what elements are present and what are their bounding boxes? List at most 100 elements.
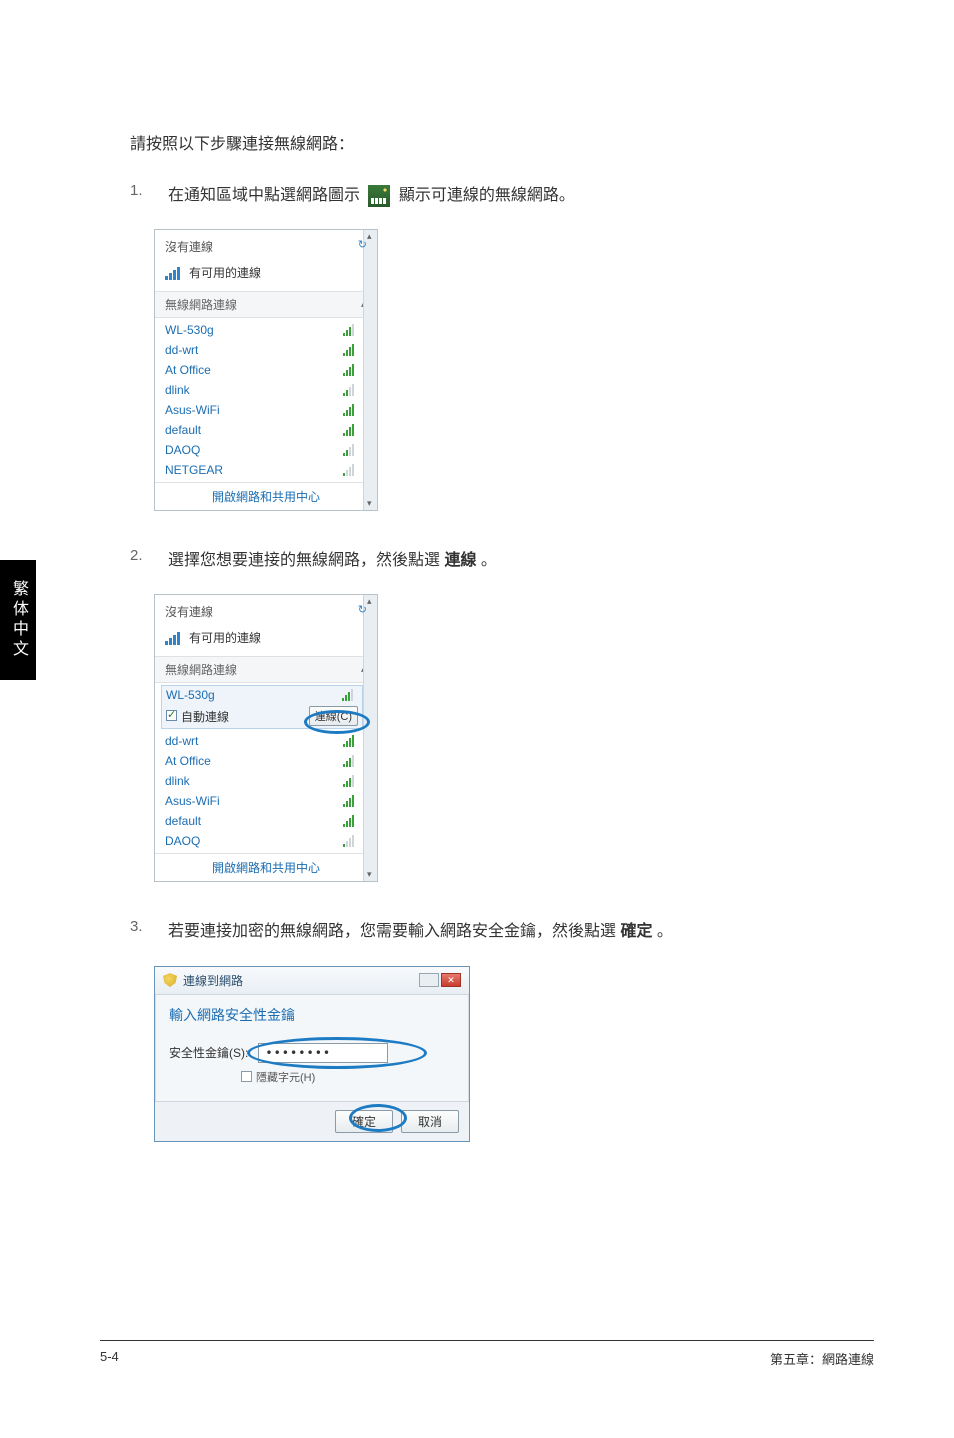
wifi-item[interactable]: DAOQ <box>155 440 377 460</box>
step-text-after: 顯示可連線的無線網路。 <box>399 187 575 204</box>
security-key-row: 安全性金鑰(S): •••••••• <box>169 1043 455 1063</box>
section-heading: 請按照以下步驟連接無線網路： <box>130 130 890 154</box>
step-row: 1. 在通知區域中點選網路圖示 顯示可連線的無線網路。 <box>130 182 890 209</box>
wifi-item[interactable]: At Office <box>155 360 377 380</box>
dialog-title: 連線到網路 <box>183 972 243 989</box>
refresh-icon[interactable]: ↻ <box>358 238 367 255</box>
wifi-section-title: 無線網路連線 <box>165 661 237 678</box>
wifi-item[interactable]: Asus-WiFi <box>155 400 377 420</box>
step-row: 2. 選擇您想要連接的無線網路，然後點選 連線 。 <box>130 547 890 574</box>
side-language-tab: 繁体中文 <box>0 560 36 680</box>
wifi-name: default <box>165 814 201 828</box>
signal-icon <box>343 444 359 456</box>
wifi-item[interactable]: default <box>155 811 377 831</box>
refresh-icon[interactable]: ↻ <box>358 603 367 620</box>
wifi-item[interactable]: DAOQ <box>155 831 377 851</box>
wifi-section-header: 無線網路連線 ▴ <box>155 291 377 318</box>
signal-icon <box>342 689 358 701</box>
wifi-name: dlink <box>165 774 190 788</box>
step-text-before: 在通知區域中點選網路圖示 <box>168 187 360 204</box>
page-footer: 5-4 第五章：網路連線 <box>100 1340 874 1368</box>
page-number: 5-4 <box>100 1349 119 1368</box>
connections-available-label: 有可用的連線 <box>189 629 261 646</box>
wifi-item[interactable]: WL-530g <box>155 320 377 340</box>
dialog-heading: 輸入網路安全性金鑰 <box>169 1005 455 1025</box>
signal-icon <box>343 815 359 827</box>
wifi-name: NETGEAR <box>165 463 223 477</box>
signal-icon <box>343 795 359 807</box>
cancel-button[interactable]: 取消 <box>401 1110 459 1133</box>
signal-icon <box>343 775 359 787</box>
highlight-oval <box>349 1104 407 1132</box>
wifi-item[interactable]: NETGEAR <box>155 460 377 480</box>
wifi-panel-header: 沒有連線 ↻ 有可用的連線 <box>155 230 377 291</box>
network-tray-icon <box>368 185 390 207</box>
step2-bold: 連線 <box>444 552 476 569</box>
step-number: 3. <box>130 918 168 935</box>
signal-icon <box>343 835 359 847</box>
signal-icon <box>343 344 359 356</box>
step3-text-c: 。 <box>652 923 672 940</box>
wifi-item-selected[interactable]: WL-530g 自動連線 連線(C) <box>161 685 363 729</box>
auto-connect-checkbox[interactable] <box>166 710 177 721</box>
step2-text-a: 選擇您想要連接的無線網路，然後點選 <box>168 552 444 569</box>
no-connection-label: 沒有連線 <box>165 603 213 620</box>
shield-icon <box>163 973 177 987</box>
wifi-list: WL-530g 自動連線 連線(C) dd-wrt At Office dlin… <box>155 683 377 853</box>
hide-characters-label: 隱藏字元(H) <box>256 1069 315 1085</box>
wifi-name: DAOQ <box>165 443 200 457</box>
page-content: 請按照以下步驟連接無線網路： 1. 在通知區域中點選網路圖示 顯示可連線的無線網… <box>130 130 890 1142</box>
step3-text-a: 若要連接加密的無線網路，您需要輸入網路安全金鑰，然後點選 <box>168 923 620 940</box>
dialog-buttons: 確定 取消 <box>155 1101 469 1141</box>
step-number: 2. <box>130 547 168 564</box>
step-number: 1. <box>130 182 168 199</box>
dialog-body: 輸入網路安全性金鑰 安全性金鑰(S): •••••••• 隱藏字元(H) <box>155 995 469 1101</box>
wifi-name: At Office <box>165 754 211 768</box>
wifi-item[interactable]: dd-wrt <box>155 731 377 751</box>
hide-characters-checkbox[interactable] <box>241 1071 252 1082</box>
wifi-name: dlink <box>165 383 190 397</box>
minimize-button[interactable] <box>419 973 439 987</box>
open-network-center-link[interactable]: 開啟網路和共用中心 <box>155 482 377 510</box>
signal-icon <box>343 464 359 476</box>
security-key-label: 安全性金鑰(S): <box>169 1044 248 1061</box>
signal-icon <box>343 404 359 416</box>
wifi-panel-header: 沒有連線 ↻ 有可用的連線 <box>155 595 377 656</box>
open-network-center-link[interactable]: 開啟網路和共用中心 <box>155 853 377 881</box>
wifi-item[interactable]: dd-wrt <box>155 340 377 360</box>
highlight-oval <box>247 1037 427 1069</box>
close-button[interactable]: ✕ <box>441 973 461 987</box>
signal-icon <box>343 384 359 396</box>
no-connection-label: 沒有連線 <box>165 238 213 255</box>
wifi-item[interactable]: dlink <box>155 771 377 791</box>
step-text: 若要連接加密的無線網路，您需要輸入網路安全金鑰，然後點選 確定 。 <box>168 918 890 945</box>
wifi-item[interactable]: Asus-WiFi <box>155 791 377 811</box>
security-key-dialog: 連線到網路 ✕ 輸入網路安全性金鑰 安全性金鑰(S): •••••••• 隱藏字… <box>154 966 470 1142</box>
wifi-section-header: 無線網路連線 ▴ <box>155 656 377 683</box>
hide-characters-row[interactable]: 隱藏字元(H) <box>241 1069 455 1085</box>
wifi-list: WL-530g dd-wrt At Office dlink Asus-WiFi… <box>155 318 377 482</box>
connections-available-label: 有可用的連線 <box>189 264 261 281</box>
wifi-item[interactable]: dlink <box>155 380 377 400</box>
wifi-name: Asus-WiFi <box>165 794 220 808</box>
auto-connect-row[interactable]: 自動連線 <box>166 708 229 725</box>
wifi-name: WL-530g <box>166 688 215 702</box>
dialog-titlebar: 連線到網路 ✕ <box>155 967 469 995</box>
wifi-name: default <box>165 423 201 437</box>
signal-icon <box>343 755 359 767</box>
chapter-title: 第五章：網路連線 <box>770 1349 874 1368</box>
step3-bold: 確定 <box>620 923 652 940</box>
wifi-item[interactable]: At Office <box>155 751 377 771</box>
wifi-name: DAOQ <box>165 834 200 848</box>
wifi-section-title: 無線網路連線 <box>165 296 237 313</box>
signal-icon <box>343 424 359 436</box>
signal-icon <box>343 735 359 747</box>
step-text: 選擇您想要連接的無線網路，然後點選 連線 。 <box>168 547 890 574</box>
step-text: 在通知區域中點選網路圖示 顯示可連線的無線網路。 <box>168 182 890 209</box>
signal-icon <box>165 266 183 280</box>
auto-connect-label: 自動連線 <box>181 710 229 724</box>
step2-text-c: 。 <box>476 552 496 569</box>
wifi-name: dd-wrt <box>165 734 198 748</box>
wifi-name: Asus-WiFi <box>165 403 220 417</box>
wifi-item[interactable]: default <box>155 420 377 440</box>
